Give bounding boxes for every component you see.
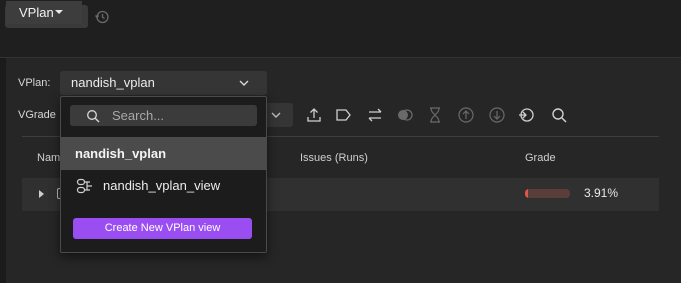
toggle-icon[interactable] — [396, 106, 414, 124]
download-circle-icon[interactable] — [488, 106, 506, 124]
chevron-down-icon[interactable] — [270, 109, 282, 121]
history-icon[interactable] — [94, 9, 110, 25]
swap-icon[interactable] — [366, 106, 384, 124]
dropdown-item-nandish-vplan[interactable]: nandish_vplan — [61, 137, 266, 170]
grade-progress-bar — [525, 189, 570, 198]
refresh-icon[interactable] — [518, 106, 536, 124]
grade-progress-fill — [525, 189, 528, 198]
column-header-issues[interactable]: Issues (Runs) — [300, 152, 368, 164]
vplan-select[interactable]: nandish_vplan — [60, 71, 267, 95]
tab-vplan-label: VPlan — [19, 5, 54, 20]
hourglass-icon[interactable] — [426, 106, 444, 124]
dropdown-item-label: nandish_vplan_view — [103, 178, 221, 193]
grade-value: 3.91% — [584, 186, 619, 200]
column-header-grade[interactable]: Grade — [525, 152, 556, 164]
vgrade-label: VGrade — [18, 109, 56, 121]
vplan-label: VPlan: — [18, 77, 51, 89]
upload-circle-icon[interactable] — [457, 106, 475, 124]
tab-vplan[interactable]: VPlan — [6, 1, 82, 24]
chevron-down-icon[interactable] — [238, 77, 250, 89]
expand-arrow-icon[interactable] — [39, 190, 44, 198]
search-input[interactable] — [112, 105, 252, 126]
search-icon[interactable] — [550, 106, 568, 124]
tab-bar — [0, 34, 681, 58]
create-vplan-view-button[interactable]: Create New VPlan view — [73, 218, 252, 239]
tag-arrow-icon[interactable] — [335, 106, 353, 124]
search-icon — [87, 110, 100, 123]
upload-icon[interactable] — [305, 106, 323, 124]
caret-down-icon[interactable] — [55, 10, 63, 14]
column-header-name[interactable]: Nam — [37, 152, 60, 164]
vplan-view-icon — [76, 178, 92, 194]
